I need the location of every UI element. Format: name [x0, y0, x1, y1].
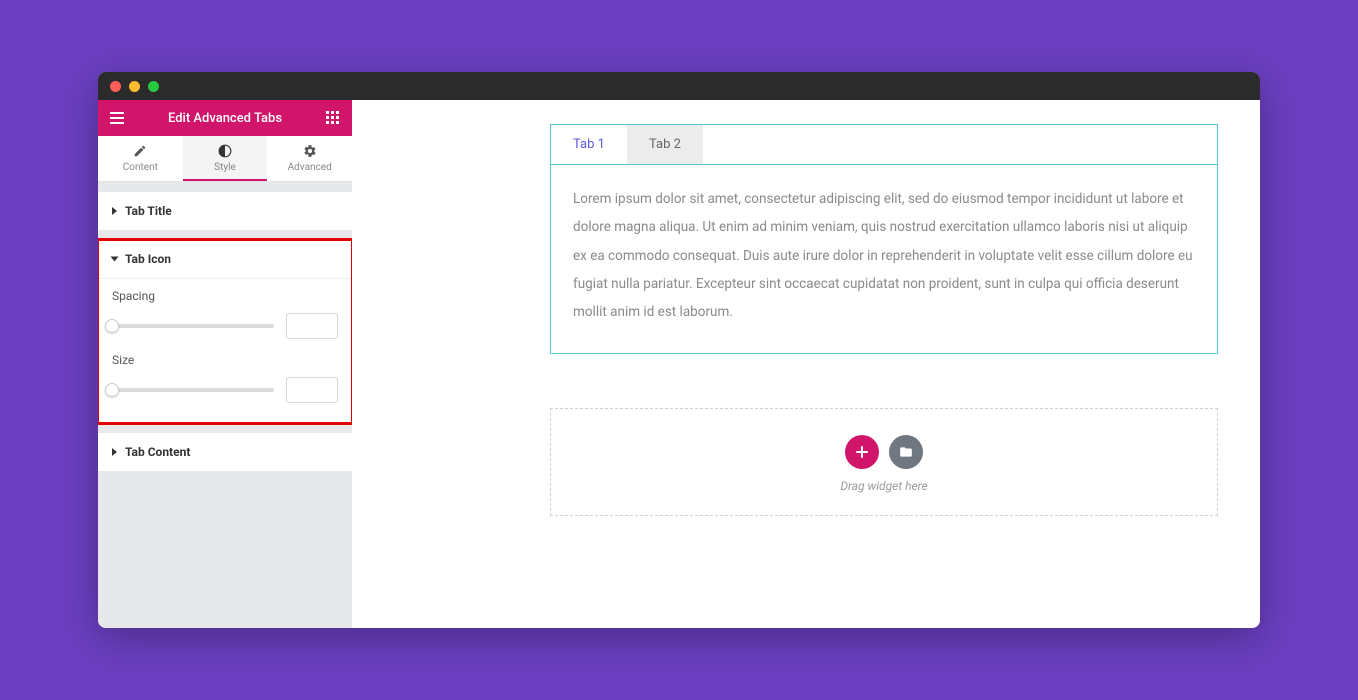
- size-slider-thumb[interactable]: [105, 383, 119, 397]
- add-section-button[interactable]: [845, 435, 879, 469]
- maximize-window-button[interactable]: [148, 81, 159, 92]
- widget-dropzone[interactable]: Drag widget here: [550, 408, 1218, 516]
- section-tab-title-header[interactable]: Tab Title: [98, 192, 352, 230]
- editor-sidebar: Edit Advanced Tabs Content Style: [98, 100, 352, 628]
- widget-advanced-tabs: Tab 1 Tab 2 Lorem ipsum dolor sit amet, …: [550, 124, 1218, 354]
- widgets-grid-icon[interactable]: [324, 109, 342, 127]
- size-input[interactable]: [286, 377, 338, 403]
- panel-header: Edit Advanced Tabs: [98, 100, 352, 136]
- size-slider[interactable]: [112, 388, 274, 392]
- contrast-icon: [183, 144, 268, 160]
- preview-tab-1[interactable]: Tab 1: [551, 125, 627, 164]
- section-tab-title: Tab Title: [98, 192, 352, 230]
- preview-canvas: Tab 1 Tab 2 Lorem ipsum dolor sit amet, …: [352, 100, 1260, 628]
- control-size: Size: [112, 353, 338, 403]
- caret-right-icon: [112, 448, 117, 456]
- tab-style-label: Style: [214, 162, 236, 173]
- section-tab-icon-header[interactable]: Tab Icon: [98, 240, 352, 278]
- template-library-button[interactable]: [889, 435, 923, 469]
- preview-tab-2[interactable]: Tab 2: [627, 125, 703, 164]
- section-tab-content-header[interactable]: Tab Content: [98, 433, 352, 471]
- section-tab-title-label: Tab Title: [125, 204, 172, 218]
- widget-tab-row: Tab 1 Tab 2: [551, 125, 1217, 165]
- spacing-label: Spacing: [112, 289, 338, 303]
- section-tab-icon: Tab Icon Spacing: [98, 240, 352, 423]
- caret-right-icon: [112, 207, 117, 215]
- panel-title: Edit Advanced Tabs: [168, 111, 282, 126]
- tab-content-label: Content: [123, 162, 158, 173]
- dropzone-hint: Drag widget here: [551, 479, 1217, 493]
- hamburger-menu-icon[interactable]: [108, 109, 126, 127]
- section-tab-content: Tab Content: [98, 433, 352, 471]
- section-tab-icon-label: Tab Icon: [125, 252, 171, 266]
- caret-down-icon: [111, 257, 119, 262]
- tab-content[interactable]: Content: [98, 136, 183, 181]
- spacing-input[interactable]: [286, 313, 338, 339]
- control-spacing: Spacing: [112, 289, 338, 339]
- spacing-slider-thumb[interactable]: [105, 319, 119, 333]
- size-label: Size: [112, 353, 338, 367]
- spacing-slider[interactable]: [112, 324, 274, 328]
- pencil-icon: [98, 144, 183, 160]
- panel-tabs-row: Content Style Advanced: [98, 136, 352, 182]
- minimize-window-button[interactable]: [129, 81, 140, 92]
- gear-icon: [267, 144, 352, 160]
- app-window: Edit Advanced Tabs Content Style: [98, 72, 1260, 628]
- tab-advanced[interactable]: Advanced: [267, 136, 352, 181]
- window-titlebar: [98, 72, 1260, 100]
- tab-advanced-label: Advanced: [288, 162, 332, 173]
- tab-style[interactable]: Style: [183, 136, 268, 181]
- close-window-button[interactable]: [110, 81, 121, 92]
- section-tab-content-label: Tab Content: [125, 445, 190, 459]
- preview-tab-content: Lorem ipsum dolor sit amet, consectetur …: [551, 165, 1217, 353]
